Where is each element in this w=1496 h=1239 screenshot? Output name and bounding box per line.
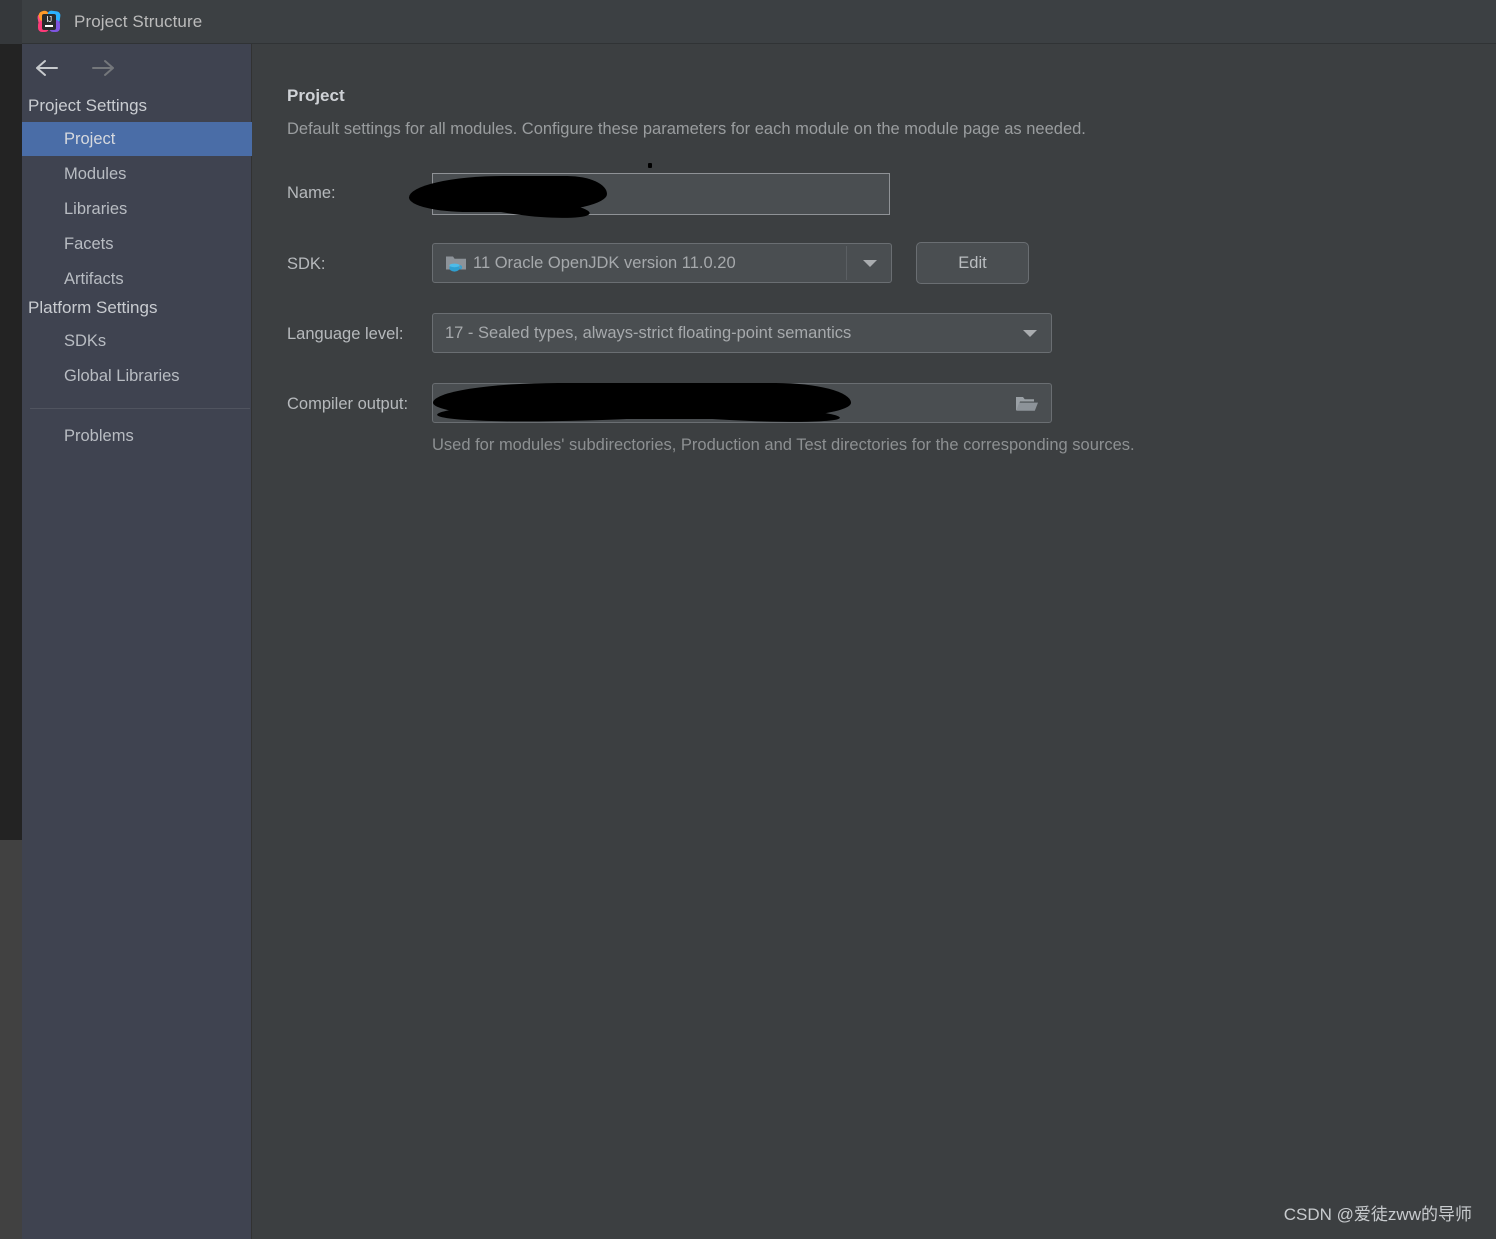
name-label: Name: [287, 184, 336, 202]
sidebar-item-label: Artifacts [64, 269, 124, 288]
watermark: CSDN @爱徒zww的导师 [1283, 1205, 1472, 1224]
arrow-left-icon [36, 60, 58, 76]
sidebar-item-label: Modules [64, 164, 127, 183]
arrow-right-icon [92, 60, 114, 76]
sidebar-item-libraries[interactable]: Libraries [22, 192, 252, 226]
navigation-buttons [30, 52, 120, 84]
sdk-combo-divider [846, 246, 847, 280]
sidebar-item-label: Project [64, 129, 116, 148]
sidebar-item-project[interactable]: Project [22, 122, 252, 156]
sdk-combobox[interactable]: 11 Oracle OpenJDK version 11.0.20 [432, 243, 892, 283]
language-level-label: Language level: [287, 325, 404, 343]
settings-content-panel: Project Default settings for all modules… [253, 44, 1496, 1239]
compiler-output-hint: Used for modules' subdirectories, Produc… [432, 436, 1135, 454]
sidebar-item-label: SDKs [64, 331, 107, 350]
sidebar-item-problems[interactable]: Problems [22, 419, 252, 453]
sdk-value: 11 Oracle OpenJDK version 11.0.20 [473, 253, 736, 272]
desktop-backdrop-left-upper [0, 0, 22, 840]
sidebar-item-label: Global Libraries [64, 366, 180, 385]
project-structure-dialog: IJ Project Structure Project Settings Pr… [0, 0, 1496, 1239]
sidebar-item-global-libraries[interactable]: Global Libraries [22, 359, 252, 393]
desktop-backdrop-corner [0, 0, 22, 44]
window-titlebar: IJ Project Structure [22, 0, 1496, 44]
sidebar-group-project-settings: Project Settings [28, 96, 148, 115]
jdk-folder-icon [445, 253, 467, 273]
sidebar-item-sdks[interactable]: SDKs [22, 324, 252, 358]
sidebar-item-label: Libraries [64, 199, 128, 218]
compiler-output-label: Compiler output: [287, 395, 409, 413]
chevron-down-icon [1023, 330, 1037, 337]
sidebar-group-platform-settings: Platform Settings [28, 298, 158, 317]
intellij-idea-logo-icon: IJ [36, 9, 61, 33]
sidebar-separator [30, 408, 250, 409]
edit-sdk-button[interactable]: Edit [916, 242, 1029, 284]
sidebar-item-artifacts[interactable]: Artifacts [22, 262, 252, 296]
window-title: Project Structure [74, 11, 203, 31]
chevron-down-icon [863, 260, 877, 267]
desktop-backdrop-left-lower [0, 840, 22, 1239]
sidebar-item-label: Facets [64, 234, 114, 253]
language-level-combobox[interactable]: 17 - Sealed types, always-strict floatin… [432, 313, 1052, 353]
forward-button[interactable] [86, 52, 120, 84]
language-level-value: 17 - Sealed types, always-strict floatin… [445, 323, 852, 342]
back-button[interactable] [30, 52, 64, 84]
folder-open-icon[interactable] [1015, 394, 1039, 418]
sidebar-item-facets[interactable]: Facets [22, 227, 252, 261]
sdk-label: SDK: [287, 255, 326, 273]
page-description: Default settings for all modules. Config… [287, 120, 1086, 138]
settings-sidebar: Project Settings Project Modules Librari… [22, 44, 252, 1239]
sidebar-item-modules[interactable]: Modules [22, 157, 252, 191]
page-title: Project [287, 86, 345, 105]
sidebar-item-label: Problems [64, 426, 134, 445]
name-input[interactable] [432, 173, 890, 215]
compiler-output-input[interactable] [432, 383, 1052, 423]
